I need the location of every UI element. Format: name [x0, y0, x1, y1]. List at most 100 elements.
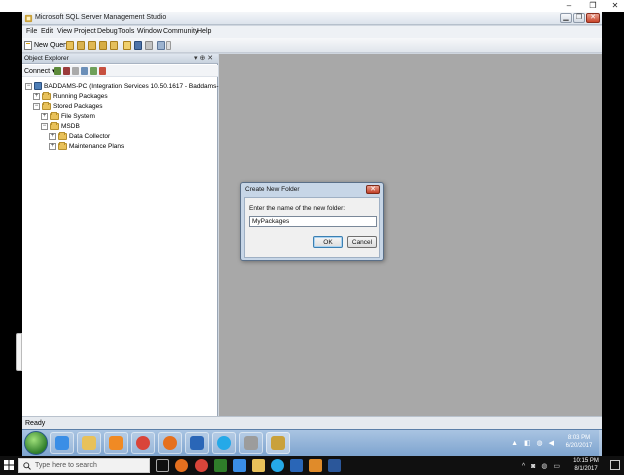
ssms-app-icon [24, 14, 33, 23]
host-close-button[interactable]: ✕ [606, 0, 624, 12]
outlook-icon[interactable] [290, 459, 303, 472]
folder-name-label: Enter the name of the new folder: [249, 205, 346, 212]
guest-clock-time: 8:03 PM [567, 435, 591, 441]
stop-icon[interactable] [72, 67, 79, 75]
menu-edit[interactable]: Edit [41, 28, 53, 35]
windows-start-icon[interactable] [4, 460, 14, 470]
collapse-icon[interactable]: − [33, 102, 40, 110]
host-search-box[interactable]: Type here to search [18, 458, 150, 473]
host-clock[interactable]: 10:15 PM 8/1/2017 [566, 458, 606, 473]
database-engine-query-icon[interactable] [77, 41, 85, 50]
tree-node-file-system[interactable]: + File System [41, 111, 95, 121]
guest-taskbar-tool[interactable] [239, 432, 263, 454]
guest-taskbar: ▲ ◧ ◍ ◀ 8:03 PM 6/20/2017 [22, 429, 602, 456]
menu-help[interactable]: Help [197, 28, 211, 35]
summary-icon[interactable] [99, 67, 106, 75]
minimize-button[interactable]: ▁ [560, 13, 572, 23]
word-icon[interactable] [328, 459, 341, 472]
toolbar-overflow-icon[interactable] [166, 41, 171, 50]
analysis-query-icon[interactable] [88, 41, 96, 50]
restore-button[interactable]: ❐ [573, 13, 585, 23]
menu-window[interactable]: Window [137, 28, 162, 35]
host-tray-icons[interactable]: ^ ◙ ◍ ▭ [522, 462, 562, 470]
menu-project[interactable]: Project [74, 28, 96, 35]
expand-icon[interactable]: + [49, 132, 56, 140]
open-file-icon[interactable] [66, 41, 74, 50]
mdx-query-icon[interactable] [99, 41, 107, 50]
collapse-icon[interactable]: − [25, 82, 32, 90]
firefox-icon[interactable] [175, 459, 188, 472]
ie-icon [55, 436, 69, 450]
expand-icon[interactable]: + [33, 92, 40, 100]
connect-dropdown[interactable]: Connect ▾ [24, 67, 56, 75]
create-new-folder-dialog: Create New Folder ✕ Enter the name of th… [240, 182, 384, 261]
tree-node-running-packages[interactable]: + Running Packages [33, 91, 108, 101]
vm-screen: Microsoft SQL Server Management Studio ▁… [22, 12, 602, 456]
tree-node-label: Data Collector [69, 132, 111, 140]
new-query-button[interactable]: New Query [24, 40, 69, 51]
save-all-icon[interactable] [145, 41, 153, 50]
search-icon [23, 461, 31, 470]
menu-tools[interactable]: Tools [118, 28, 134, 35]
file-explorer-icon[interactable] [252, 459, 265, 472]
filter-icon[interactable] [81, 67, 88, 75]
tree-node-label: Stored Packages [53, 102, 103, 110]
ok-button[interactable]: OK [313, 236, 343, 248]
task-view-icon[interactable] [156, 459, 169, 472]
folder-icon [50, 111, 59, 120]
guest-taskbar-explorer[interactable] [77, 432, 101, 454]
disconnect-icon[interactable] [63, 67, 70, 75]
guest-clock[interactable]: 8:03 PM 6/20/2017 [560, 434, 598, 450]
open-folder-icon[interactable] [123, 41, 131, 50]
skype-icon[interactable] [271, 459, 284, 472]
host-restore-button[interactable]: ❐ [584, 0, 602, 12]
guest-taskbar-media[interactable] [104, 432, 128, 454]
close-button[interactable]: ✕ [586, 13, 600, 23]
chrome-icon[interactable] [195, 459, 208, 472]
refresh-icon[interactable] [90, 67, 97, 75]
connect-icon[interactable] [54, 67, 61, 75]
menu-community[interactable]: Community [163, 28, 198, 35]
expand-icon[interactable]: + [41, 112, 48, 120]
object-explorer-window-controls[interactable]: ▾ ⊕ ✕ [194, 54, 213, 62]
xmla-query-icon[interactable] [110, 41, 118, 50]
save-icon[interactable] [134, 41, 142, 50]
menu-file[interactable]: File [26, 28, 37, 35]
xbox-icon[interactable] [214, 459, 227, 472]
standard-toolbar: New Query [22, 38, 602, 53]
guest-tray-icons[interactable]: ▲ ◧ ◍ ◀ [511, 439, 556, 447]
host-minimize-button[interactable]: – [560, 0, 578, 12]
expand-icon[interactable]: + [49, 142, 56, 150]
activity-monitor-icon[interactable] [157, 41, 165, 50]
folder-icon [50, 121, 59, 130]
tree-node-label: File System [61, 112, 95, 120]
menu-debug[interactable]: Debug [97, 28, 118, 35]
guest-show-desktop[interactable] [599, 430, 602, 456]
vm-app-icon[interactable] [309, 459, 322, 472]
window-title: Microsoft SQL Server Management Studio [35, 14, 167, 21]
collapse-icon[interactable]: − [41, 122, 48, 130]
menu-view[interactable]: View [57, 28, 72, 35]
action-center-icon[interactable] [610, 460, 620, 470]
tree-node-stored-packages[interactable]: − Stored Packages [33, 101, 103, 111]
guest-taskbar-ie[interactable] [50, 432, 74, 454]
tree-node-msdb[interactable]: − MSDB [41, 121, 80, 131]
guest-taskbar-ssms[interactable] [266, 432, 290, 454]
cancel-button[interactable]: Cancel [347, 236, 377, 248]
guest-taskbar-chrome[interactable] [131, 432, 155, 454]
guest-taskbar-firefox[interactable] [158, 432, 182, 454]
guest-taskbar-remote[interactable] [185, 432, 209, 454]
host-clock-time: 10:15 PM [573, 458, 599, 464]
object-explorer-panel: Object Explorer ▾ ⊕ ✕ Connect ▾ − BADDAM… [22, 54, 259, 416]
host-taskbar: Type here to search ^ ◙ ◍ ▭ 10:15 PM 8/1… [0, 456, 624, 475]
dialog-close-button[interactable]: ✕ [366, 185, 380, 194]
guest-taskbar-skype[interactable] [212, 432, 236, 454]
edge-icon[interactable] [233, 459, 246, 472]
tool-icon [244, 436, 258, 450]
folder-name-input[interactable] [249, 216, 377, 227]
guest-start-button[interactable] [24, 431, 48, 455]
tree-node-data-collector[interactable]: + Data Collector [49, 131, 110, 141]
tree-node-maintenance-plans[interactable]: + Maintenance Plans [49, 141, 124, 151]
tree-node-label: MSDB [61, 122, 80, 130]
object-explorer-title: Object Explorer [24, 55, 69, 62]
